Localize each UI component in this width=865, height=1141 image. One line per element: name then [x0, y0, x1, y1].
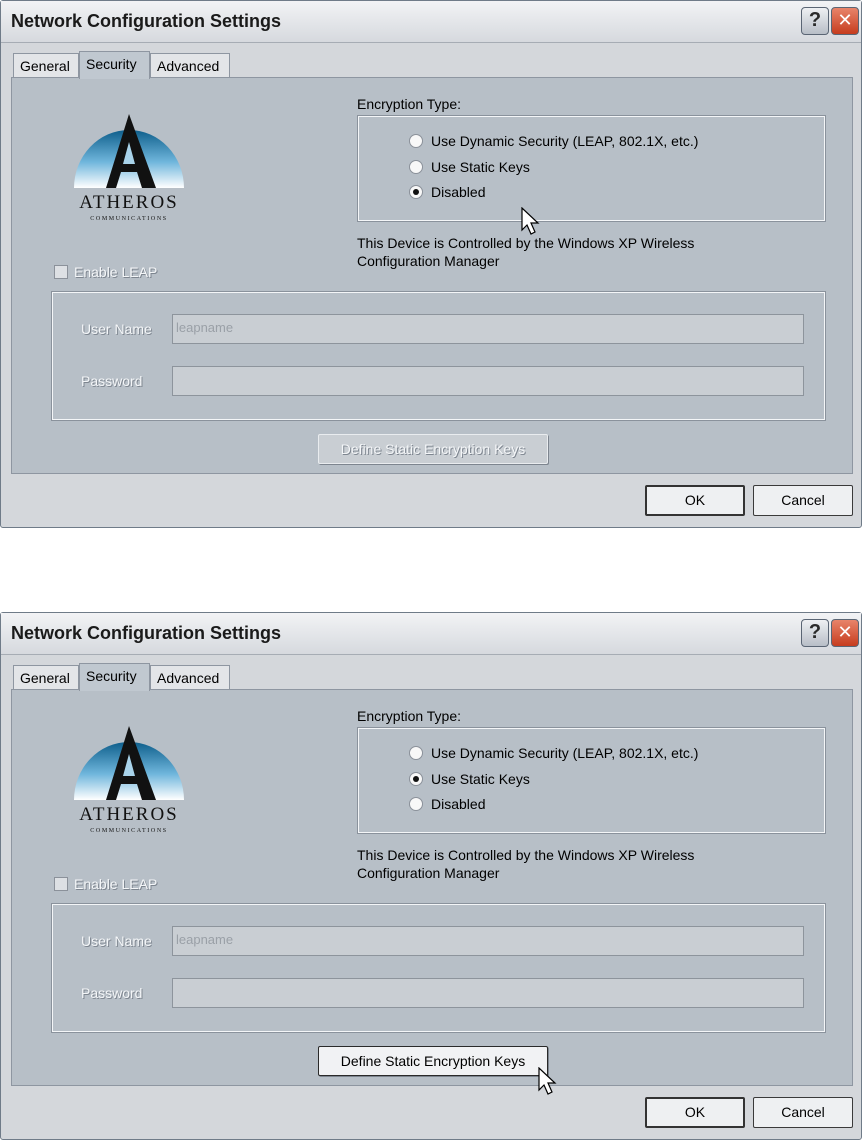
tab-advanced[interactable]: Advanced [150, 665, 230, 689]
user-name-input[interactable]: leapname [172, 926, 804, 956]
close-icon: ✕ [837, 10, 853, 31]
dialog-title: Network Configuration Settings [11, 11, 281, 31]
atheros-logo: ATHEROS COMMUNICATIONS [64, 106, 194, 226]
mouse-pointer-icon [521, 207, 540, 235]
enable-leap-label: Enable LEAP [74, 264, 158, 280]
checkbox-box[interactable] [54, 877, 68, 891]
logo-subtitle: COMMUNICATIONS [90, 828, 168, 834]
device-controlled-note: This Device is Controlled by the Windows… [357, 847, 695, 881]
cancel-button[interactable]: Cancel [753, 1097, 853, 1128]
ok-button[interactable]: OK [645, 485, 745, 516]
radio-label: Disabled [431, 796, 486, 812]
enable-leap-checkbox[interactable]: Enable LEAP [54, 264, 157, 280]
network-config-dialog-1: Network Configuration Settings ? ✕ Gener… [0, 0, 862, 528]
atheros-logo: ATHEROS COMMUNICATIONS [64, 718, 194, 838]
question-mark-icon: ? [808, 9, 822, 31]
encryption-type-group: Use Dynamic Security (LEAP, 802.1X, etc.… [357, 115, 826, 222]
mouse-pointer-icon [538, 1067, 557, 1095]
enable-leap-label: Enable LEAP [74, 876, 158, 892]
user-name-input[interactable]: leapname [172, 314, 804, 344]
atheros-logo-icon [74, 114, 184, 188]
radio-label: Use Static Keys [431, 159, 530, 175]
radio-label: Use Static Keys [431, 771, 530, 787]
password-label: Password [81, 373, 143, 389]
logo-wordmark: ATHEROS [79, 804, 179, 825]
radio-static-keys[interactable]: Use Static Keys [409, 771, 530, 787]
encryption-type-label: Encryption Type: [357, 708, 462, 724]
leap-credentials-group: User Name leapname Password [51, 903, 826, 1033]
network-config-dialog-2: Network Configuration Settings ? ✕ Gener… [0, 612, 862, 1140]
close-button[interactable]: ✕ [831, 619, 859, 647]
tab-security[interactable]: Security [79, 51, 150, 79]
radio-disabled[interactable]: Disabled [409, 184, 485, 200]
close-icon: ✕ [837, 622, 853, 643]
radio-button[interactable] [409, 134, 423, 148]
define-static-keys-button[interactable]: Define Static Encryption Keys [318, 1046, 548, 1076]
radio-disabled[interactable]: Disabled [409, 796, 485, 812]
radio-button[interactable] [409, 746, 423, 760]
radio-label: Disabled [431, 184, 486, 200]
help-button[interactable]: ? [801, 619, 829, 647]
ok-button[interactable]: OK [645, 1097, 745, 1128]
user-name-label: User Name [81, 321, 152, 337]
tab-advanced[interactable]: Advanced [150, 53, 230, 77]
password-label: Password [81, 985, 143, 1001]
cancel-button[interactable]: Cancel [753, 485, 853, 516]
question-mark-icon: ? [808, 621, 822, 643]
security-panel: ATHEROS COMMUNICATIONS Encryption Type: … [11, 689, 853, 1086]
radio-button[interactable] [409, 160, 423, 174]
tab-general[interactable]: General [13, 53, 79, 77]
checkbox-box[interactable] [54, 265, 68, 279]
encryption-type-label: Encryption Type: [357, 96, 462, 112]
encryption-type-group: Use Dynamic Security (LEAP, 802.1X, etc.… [357, 727, 826, 834]
radio-static-keys[interactable]: Use Static Keys [409, 159, 530, 175]
password-input[interactable] [172, 978, 804, 1008]
close-button[interactable]: ✕ [831, 7, 859, 35]
atheros-logo-icon [74, 726, 184, 800]
dialog-title: Network Configuration Settings [11, 623, 281, 643]
radio-dynamic-security[interactable]: Use Dynamic Security (LEAP, 802.1X, etc.… [409, 133, 698, 149]
screenshot: { "dialogs": [ { "title": "Network Confi… [0, 0, 865, 1141]
logo-wordmark: ATHEROS [79, 192, 179, 213]
radio-dynamic-security[interactable]: Use Dynamic Security (LEAP, 802.1X, etc.… [409, 745, 698, 761]
security-panel: ATHEROS COMMUNICATIONS Encryption Type: … [11, 77, 853, 474]
radio-button-selected[interactable] [409, 772, 423, 786]
tab-security[interactable]: Security [79, 663, 150, 691]
logo-subtitle: COMMUNICATIONS [90, 216, 168, 222]
radio-button[interactable] [409, 797, 423, 811]
title-bar: Network Configuration Settings ? ✕ [1, 613, 861, 655]
radio-label: Use Dynamic Security (LEAP, 802.1X, etc.… [431, 133, 699, 149]
enable-leap-checkbox[interactable]: Enable LEAP [54, 876, 157, 892]
device-controlled-note: This Device is Controlled by the Windows… [357, 235, 695, 269]
title-bar: Network Configuration Settings ? ✕ [1, 1, 861, 43]
user-name-label: User Name [81, 933, 152, 949]
tab-general[interactable]: General [13, 665, 79, 689]
radio-label: Use Dynamic Security (LEAP, 802.1X, etc.… [431, 745, 699, 761]
password-input[interactable] [172, 366, 804, 396]
define-static-keys-button[interactable]: Define Static Encryption Keys [318, 434, 548, 464]
help-button[interactable]: ? [801, 7, 829, 35]
leap-credentials-group: User Name leapname Password [51, 291, 826, 421]
radio-button-selected[interactable] [409, 185, 423, 199]
